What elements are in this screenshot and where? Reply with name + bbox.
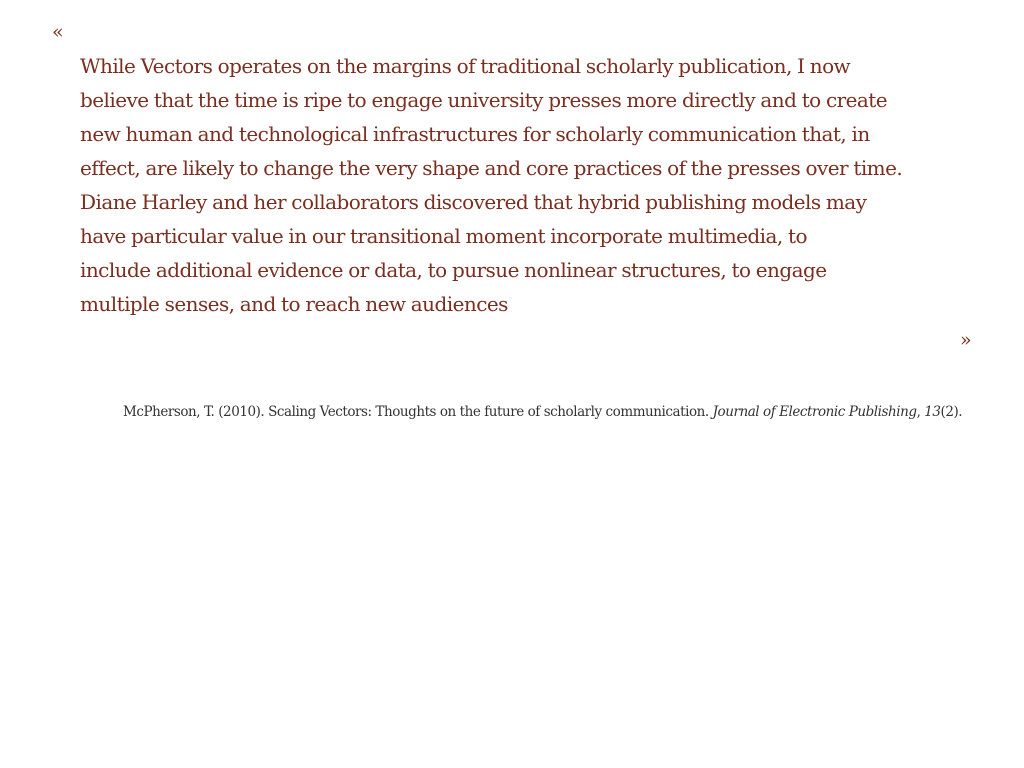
quote-line: believe that the time is ripe to engage … xyxy=(80,88,888,112)
quote-line: new human and technological infrastructu… xyxy=(80,122,870,146)
quote-line: multiple senses, and to reach new audien… xyxy=(80,292,508,316)
quote-open-mark: « xyxy=(52,21,64,43)
quote-close-mark: » xyxy=(960,329,972,351)
citation: McPherson, T. (2010). Scaling Vectors: T… xyxy=(123,402,963,422)
quote-line: have particular value in our transitiona… xyxy=(80,224,808,248)
citation-authors-title: McPherson, T. (2010). Scaling Vectors: T… xyxy=(123,404,713,420)
quote-line: effect, are likely to change the very sh… xyxy=(80,156,903,180)
quote-line: While Vectors operates on the margins of… xyxy=(80,54,851,78)
blockquote: While Vectors operates on the margins of… xyxy=(80,49,980,321)
quote-line: Diane Harley and her collaborators disco… xyxy=(80,190,867,214)
quote-line: include additional evidence or data, to … xyxy=(80,258,827,282)
citation-issue: (2). xyxy=(940,404,963,420)
citation-journal: Journal of Electronic Publishing xyxy=(712,404,917,420)
citation-volume: 13 xyxy=(924,404,941,420)
